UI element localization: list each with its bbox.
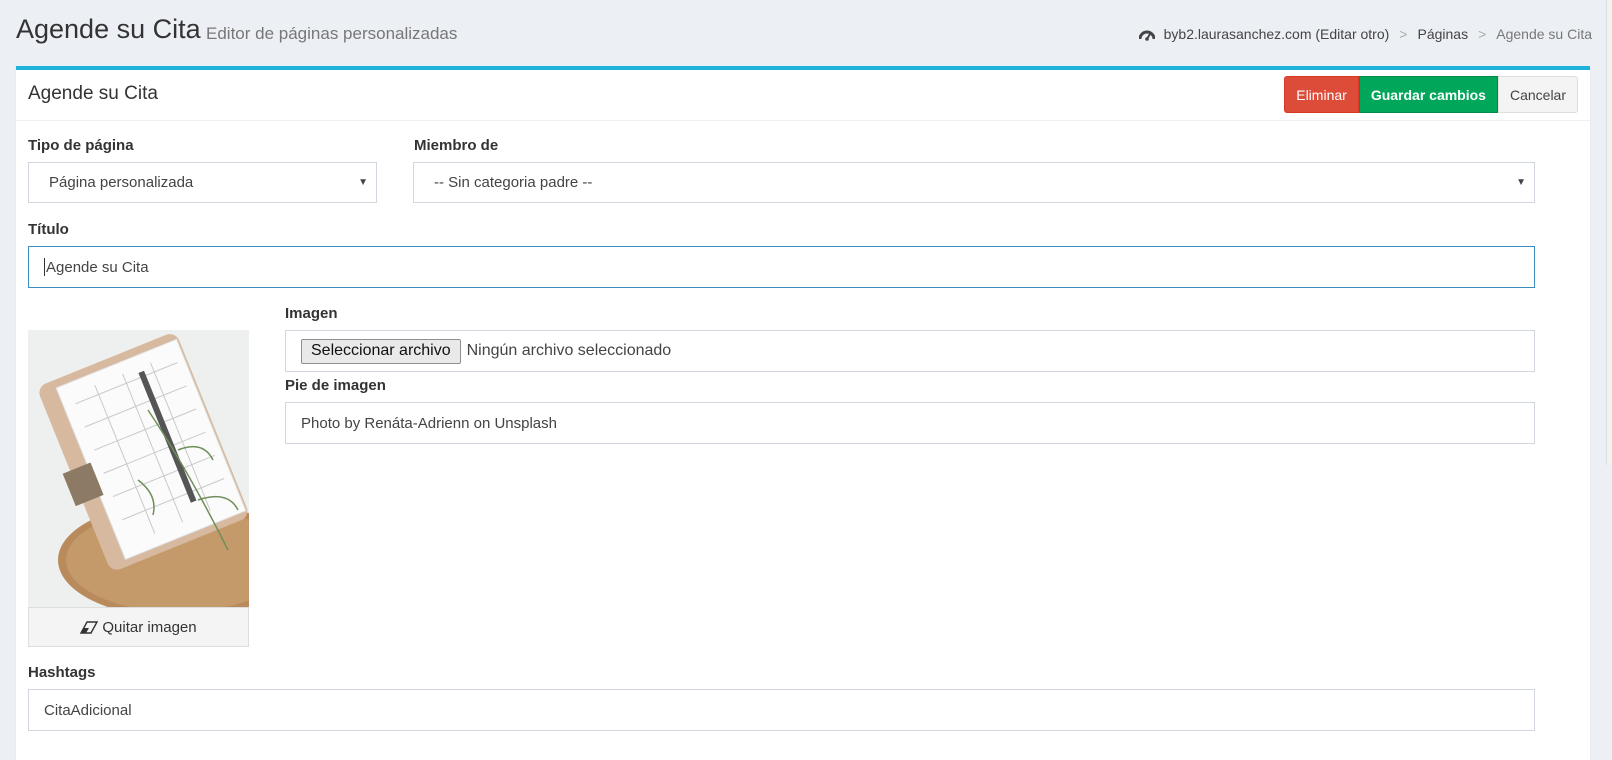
image-file-input[interactable]: Seleccionar archivo Ningún archivo selec… <box>285 330 1535 372</box>
page-type-label: Tipo de página <box>28 137 134 154</box>
caption-value: Photo by Renáta-Adrienn on Unsplash <box>301 414 557 432</box>
title-value: Agende su Cita <box>46 258 149 276</box>
parent-select[interactable]: -- Sin categoria padre -- ▼ <box>413 162 1535 203</box>
breadcrumb-current: Agende su Cita <box>1496 26 1592 42</box>
action-buttons: Eliminar Guardar cambios Cancelar <box>1284 76 1578 113</box>
caption-input[interactable]: Photo by Renáta-Adrienn on Unsplash <box>285 402 1535 444</box>
breadcrumb-separator: > <box>1478 26 1487 42</box>
hashtags-input[interactable]: CitaAdicional <box>28 689 1535 731</box>
breadcrumb: byb2.laurasanchez.com (Editar otro) > Pá… <box>1138 26 1592 42</box>
breadcrumb-separator: > <box>1399 26 1408 42</box>
scrollbar[interactable] <box>1606 0 1612 465</box>
file-status: Ningún archivo seleccionado <box>466 342 672 359</box>
select-file-button[interactable]: Seleccionar archivo <box>301 338 461 364</box>
hashtags-value: CitaAdicional <box>44 701 132 719</box>
parent-label: Miembro de <box>414 137 499 154</box>
box-header: Agende su Cita Eliminar Guardar cambios … <box>16 70 1590 121</box>
breadcrumb-site-link[interactable]: byb2.laurasanchez.com (Editar otro) <box>1164 26 1390 42</box>
remove-image-button[interactable]: Quitar imagen <box>28 607 249 647</box>
save-button[interactable]: Guardar cambios <box>1358 76 1498 113</box>
text-cursor <box>44 258 45 276</box>
cancel-button[interactable]: Cancelar <box>1497 76 1578 113</box>
page-title: Agende su Cita <box>16 14 201 44</box>
hashtags-label: Hashtags <box>28 664 96 681</box>
remove-image-label: Quitar imagen <box>102 618 197 636</box>
page-subtitle: Editor de páginas personalizadas <box>206 24 458 43</box>
page-type-select[interactable]: Página personalizada ▼ <box>28 162 377 203</box>
breadcrumb-pages-link[interactable]: Páginas <box>1417 26 1468 42</box>
parent-value: -- Sin categoria padre -- <box>434 174 593 191</box>
page-editor-box: Agende su Cita Eliminar Guardar cambios … <box>16 66 1590 760</box>
title-input[interactable]: Agende su Cita <box>28 246 1535 288</box>
title-label: Título <box>28 221 69 238</box>
eraser-icon <box>80 620 99 634</box>
caption-label: Pie de imagen <box>285 377 386 394</box>
delete-button[interactable]: Eliminar <box>1284 76 1359 113</box>
caret-down-icon: ▼ <box>1516 177 1526 188</box>
dashboard-icon <box>1138 28 1155 41</box>
caret-down-icon: ▼ <box>358 177 368 188</box>
page-header: Agende su Cita Editor de páginas persona… <box>16 14 1592 54</box>
box-title: Agende su Cita <box>28 83 158 104</box>
image-preview <box>28 330 249 607</box>
page-type-value: Página personalizada <box>49 174 194 191</box>
image-label: Imagen <box>285 305 338 322</box>
